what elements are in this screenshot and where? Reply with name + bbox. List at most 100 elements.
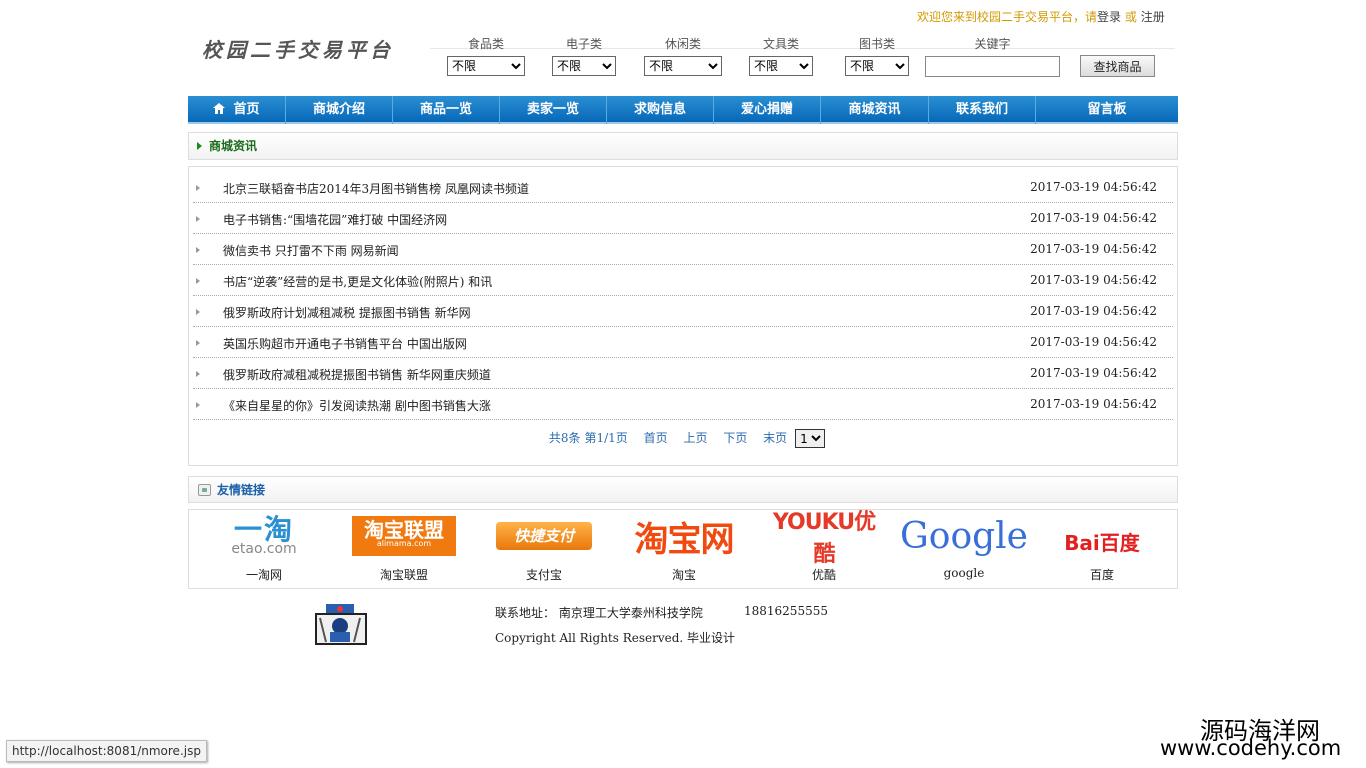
link-alimama[interactable]: 淘宝联盟 alimama.com 淘宝联盟 (344, 516, 464, 583)
nav-about[interactable]: 商城介绍 (286, 96, 393, 124)
keyword-label: 关键字 (974, 37, 1011, 51)
filter-label: 图书类 (858, 37, 895, 51)
login-link[interactable]: 登录 (1097, 10, 1121, 24)
news-item[interactable]: 俄罗斯政府减租减税提振图书销售 新华网重庆频道 2017-03-19 04:56:… (193, 358, 1173, 389)
news-list: 北京三联韬奋书店2014年3月图书销售榜 凤凰网读书频道 2017-03-19 0… (188, 166, 1178, 466)
pager-last[interactable]: 末页 (763, 431, 787, 445)
bullet-icon (196, 247, 200, 253)
link-etao[interactable]: 一淘 etao.com 一淘网 (204, 516, 324, 583)
news-item[interactable]: 微信卖书 只打雷不下雨 网易新闻 2017-03-19 04:56:42 (193, 234, 1173, 265)
footer-phone: 18816255555 (744, 604, 828, 618)
etao-logo: 一淘 etao.com (231, 513, 297, 557)
nav-news[interactable]: 商城资讯 (821, 96, 929, 124)
home-icon (213, 103, 226, 114)
news-item[interactable]: 电子书销售:“围墙花园”难打破 中国经济网 2017-03-19 04:56:42 (193, 203, 1173, 234)
news-date: 2017-03-19 04:56:42 (1030, 397, 1157, 411)
filter-electronics-select[interactable]: 不限 (552, 56, 616, 76)
register-link[interactable]: 注册 (1141, 10, 1165, 24)
filter-label: 文具类 (762, 37, 799, 51)
nav-wanted[interactable]: 求购信息 (607, 96, 714, 124)
news-date: 2017-03-19 04:56:42 (1030, 366, 1157, 380)
news-title[interactable]: 《来自星星的你》引发阅读热潮 剧中图书销售大涨 (223, 397, 491, 414)
bullet-icon (196, 371, 200, 377)
baidu-logo: Bai百度 (1064, 530, 1140, 555)
link-caption: 淘宝 (671, 568, 696, 582)
link-google[interactable]: Google google (900, 515, 1028, 581)
news-item[interactable]: 北京三联韬奋书店2014年3月图书销售榜 凤凰网读书频道 2017-03-19 0… (193, 172, 1173, 203)
alimama-logo: 淘宝联盟 alimama.com (344, 516, 464, 556)
google-logo: Google (900, 515, 1028, 557)
pagination: 共8条 第1/1页 首页 上页 下页 末页 1 (189, 429, 1179, 448)
welcome-text: 欢迎您来到校园二手交易平台，请 (917, 10, 1098, 24)
filter-electronics: 电子类 不限 (552, 36, 616, 76)
pager-prev[interactable]: 上页 (683, 431, 707, 445)
pager-next[interactable]: 下页 (723, 431, 747, 445)
bullet-icon (196, 216, 200, 222)
pager-first[interactable]: 首页 (644, 431, 668, 445)
news-item[interactable]: 书店“逆袭”经营的是书,更是文化体验(附照片) 和讯 2017-03-19 04:… (193, 265, 1173, 296)
link-youku[interactable]: YOUKU优酷 优酷 (764, 510, 884, 583)
news-title[interactable]: 英国乐购超市开通电子书销售平台 中国出版网 (223, 335, 467, 352)
or-text: 或 (1124, 10, 1137, 24)
news-title[interactable]: 微信卖书 只打雷不下雨 网易新闻 (223, 242, 399, 259)
link-caption: 支付宝 (525, 568, 562, 582)
main-nav: 首页 商城介绍 商品一览 卖家一览 求购信息 爱心捐赠 商城资讯 联系我们 留言… (188, 96, 1178, 124)
filter-stationery-select[interactable]: 不限 (749, 56, 813, 76)
nav-guestbook[interactable]: 留言板 (1036, 96, 1178, 124)
filter-leisure: 休闲类 不限 (644, 36, 722, 76)
filter-food: 食品类 不限 (447, 36, 525, 76)
news-title[interactable]: 书店“逆袭”经营的是书,更是文化体验(附照片) 和讯 (223, 273, 492, 290)
news-item[interactable]: 英国乐购超市开通电子书销售平台 中国出版网 2017-03-19 04:56:42 (193, 327, 1173, 358)
friendly-links: 一淘 etao.com 一淘网 淘宝联盟 alimama.com 淘宝联盟 快捷… (188, 509, 1178, 589)
link-caption: 优酷 (811, 568, 836, 582)
link-caption: 淘宝联盟 (379, 568, 428, 582)
page-select[interactable]: 1 (795, 429, 826, 448)
news-item[interactable]: 俄罗斯政府计划减租减税 提振图书销售 新华网 2017-03-19 04:56:4… (193, 296, 1173, 327)
news-title[interactable]: 俄罗斯政府减租减税提振图书销售 新华网重庆频道 (223, 366, 491, 383)
filter-label: 食品类 (467, 37, 504, 51)
site-logo[interactable]: 校园二手交易平台 (202, 34, 394, 63)
links-section-header: 友情链接 (188, 476, 1178, 503)
bullet-icon (196, 309, 200, 315)
pager-total: 共8条 (548, 431, 581, 445)
welcome-bar: 欢迎您来到校园二手交易平台，请登录 或 注册 (917, 8, 1165, 25)
watermark-url: www.codehy.com (1160, 736, 1342, 760)
bullet-icon (196, 278, 200, 284)
nav-donation[interactable]: 爱心捐赠 (714, 96, 821, 124)
filter-books: 图书类 不限 (845, 36, 909, 76)
news-date: 2017-03-19 04:56:42 (1030, 304, 1157, 318)
filter-stationery: 文具类 不限 (749, 36, 813, 76)
link-caption: 百度 (1089, 568, 1114, 582)
filter-books-select[interactable]: 不限 (845, 56, 909, 76)
news-date: 2017-03-19 04:56:42 (1030, 242, 1157, 256)
pager-info: 第1/1页 (584, 431, 628, 445)
news-date: 2017-03-19 04:56:42 (1030, 180, 1157, 194)
link-alipay[interactable]: 快捷支付 支付宝 (484, 516, 604, 583)
news-section-header: 商城资讯 (188, 132, 1178, 160)
taobao-logo: 淘宝网 (634, 519, 735, 560)
youku-logo: YOUKU优酷 (772, 510, 876, 567)
bullet-icon (196, 185, 200, 191)
link-baidu[interactable]: Bai百度 百度 (1042, 516, 1162, 583)
nav-products[interactable]: 商品一览 (393, 96, 500, 124)
keyword-input[interactable] (925, 56, 1060, 77)
news-date: 2017-03-19 04:56:42 (1030, 335, 1157, 349)
link-caption: 一淘网 (245, 568, 282, 582)
news-date: 2017-03-19 04:56:42 (1030, 211, 1157, 225)
nav-label: 首页 (233, 102, 260, 117)
nav-home[interactable]: 首页 (188, 96, 286, 124)
news-title[interactable]: 北京三联韬奋书店2014年3月图书销售榜 凤凰网读书频道 (223, 180, 529, 197)
filter-leisure-select[interactable]: 不限 (644, 56, 722, 76)
news-date: 2017-03-19 04:56:42 (1030, 273, 1157, 287)
link-taobao[interactable]: 淘宝网 淘宝 (624, 516, 744, 583)
filter-label: 电子类 (565, 37, 602, 51)
nav-contact[interactable]: 联系我们 (929, 96, 1036, 124)
keyword-group: 关键字 (925, 36, 1060, 77)
filter-food-select[interactable]: 不限 (447, 56, 525, 76)
news-item[interactable]: 《来自星星的你》引发阅读热潮 剧中图书销售大涨 2017-03-19 04:56:… (193, 389, 1173, 420)
news-title[interactable]: 电子书销售:“围墙花园”难打破 中国经济网 (223, 211, 447, 228)
nav-sellers[interactable]: 卖家一览 (500, 96, 607, 124)
news-section-title: 商城资讯 (209, 139, 258, 153)
news-title[interactable]: 俄罗斯政府计划减租减税 提振图书销售 新华网 (223, 304, 471, 321)
search-button[interactable]: 查找商品 (1080, 55, 1155, 77)
